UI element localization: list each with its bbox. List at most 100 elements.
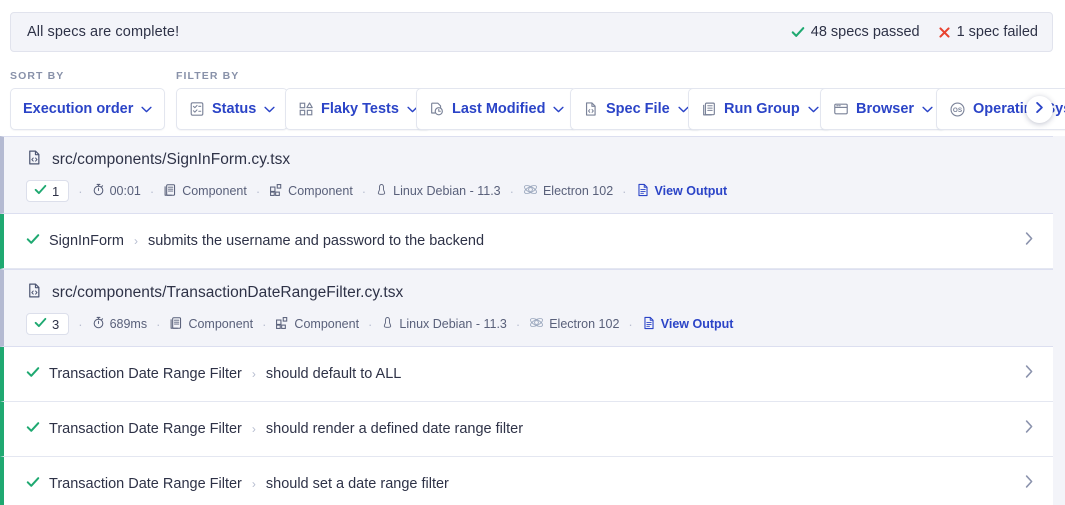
output-document-icon [636,183,650,200]
chevron-right-icon [1034,101,1045,119]
spec-testing-type-label: Component [188,317,253,331]
spec-title: src/components/SignInForm.cy.tsx [26,149,1053,171]
spec-title: src/components/TransactionDateRangeFilte… [26,282,1053,304]
chevron-right-icon[interactable] [1023,231,1035,252]
component-testing-icon [169,316,183,333]
test-title: Transaction Date Range Filter › should s… [26,475,449,493]
filter-browser-button[interactable]: Browser [820,88,946,130]
spec-path: src/components/SignInForm.cy.tsx [52,151,290,169]
test-suite-name: Transaction Date Range Filter [49,366,242,382]
filter-run-group-button[interactable]: Run Group [688,88,832,130]
spec-header-row[interactable]: src/components/TransactionDateRangeFilte… [0,269,1053,347]
output-document-icon [642,316,656,333]
spec-run-group: Component [269,183,353,200]
filter-toolbar: SORT BY FILTER BY Execution order Status [0,62,1065,132]
test-row[interactable]: Transaction Date Range Filter › should d… [0,347,1053,402]
check-icon [26,420,40,438]
filter-scroll-right-button[interactable] [1026,96,1053,123]
spec-passed-badge: 3 [26,313,69,335]
specs-failed-stat: 1 spec failed [938,24,1038,40]
spec-testing-type: Component [163,183,247,200]
check-icon [34,316,47,332]
filter-last-modified-button[interactable]: Last Modified [416,88,577,130]
test-suite-name: SignInForm [49,233,124,249]
chevron-right-icon[interactable] [1023,474,1035,495]
spec-testing-type-label: Component [182,184,247,198]
linux-penguin-icon [375,183,388,199]
meta-separator: · [78,318,82,331]
stopwatch-icon [92,183,105,199]
spec-file-icon [26,149,43,171]
spec-results-list: src/components/SignInForm.cy.tsx 1 · [0,136,1053,505]
meta-separator: · [510,185,514,198]
spec-os-label: Linux Debian - 11.3 [399,317,506,331]
breadcrumb-arrow-icon: › [133,234,139,248]
spec-run-group: Component [275,316,359,333]
specs-failed-label: 1 spec failed [957,24,1038,40]
spec-os-label: Linux Debian - 11.3 [393,184,500,198]
view-output-link[interactable]: View Output [636,183,728,200]
run-status-banner: All specs are complete! 48 specs passed … [10,12,1053,52]
spec-browser: Electron 102 [529,315,619,333]
spec-testing-type: Component [169,316,253,333]
test-row[interactable]: Transaction Date Range Filter › should s… [0,457,1053,505]
test-title: SignInForm › submits the username and pa… [26,232,484,250]
electron-icon [523,182,538,200]
spec-header-row[interactable]: src/components/SignInForm.cy.tsx 1 · [0,136,1053,214]
spec-run-group-label: Component [294,317,359,331]
check-icon [26,232,40,250]
sort-by-label: SORT BY [10,70,64,82]
chevron-down-icon [553,101,564,117]
specs-passed-stat: 48 specs passed [791,24,920,40]
filter-spec-file-button[interactable]: Spec File [570,88,702,130]
clock-file-icon [429,101,445,117]
specs-passed-label: 48 specs passed [811,24,920,40]
spec-browser: Electron 102 [523,182,613,200]
meta-separator: · [368,318,372,331]
spec-meta: 3 · 689ms · [26,313,1053,335]
component-testing-icon [163,183,177,200]
spec-passed-count: 3 [52,317,59,332]
spec-run-group-label: Component [288,184,353,198]
view-output-label: View Output [661,317,734,331]
meta-separator: · [256,185,260,198]
chevron-right-icon[interactable] [1023,419,1035,440]
test-row[interactable]: Transaction Date Range Filter › should r… [0,402,1053,457]
filter-flaky-tests-label: Flaky Tests [321,101,399,117]
check-icon [34,183,47,199]
filter-flaky-tests-button[interactable]: Flaky Tests [285,88,431,130]
filter-spec-file-label: Spec File [606,101,670,117]
spec-file-icon [26,282,43,304]
check-icon [26,365,40,383]
meta-separator: · [516,318,520,331]
run-group-icon [701,101,717,117]
filter-run-group-label: Run Group [724,101,800,117]
linux-penguin-icon [381,316,394,332]
meta-separator: · [628,318,632,331]
spec-os: Linux Debian - 11.3 [375,183,500,199]
spec-duration-label: 00:01 [110,184,141,198]
chevron-down-icon [922,101,933,117]
meta-separator: · [78,185,82,198]
status-list-icon [189,101,205,117]
view-output-link[interactable]: View Output [642,316,734,333]
test-name: should set a date range filter [266,476,449,492]
spec-passed-count: 1 [52,184,59,199]
meta-separator: · [156,318,160,331]
filter-last-modified-label: Last Modified [452,101,545,117]
spec-duration: 689ms [92,316,148,332]
spec-duration-label: 689ms [110,317,148,331]
meta-separator: · [622,185,626,198]
chevron-down-icon [264,101,275,117]
sort-button-label: Execution order [23,101,133,117]
chevron-right-icon[interactable] [1023,364,1035,385]
spec-browser-label: Electron 102 [549,317,619,331]
test-title: Transaction Date Range Filter › should d… [26,365,401,383]
status-message: All specs are complete! [27,24,179,40]
filter-status-label: Status [212,101,256,117]
test-name: should render a defined date range filte… [266,421,523,437]
test-row[interactable]: SignInForm › submits the username and pa… [0,214,1053,269]
breadcrumb-arrow-icon: › [251,422,257,436]
filter-status-button[interactable]: Status [176,88,288,130]
sort-execution-order-button[interactable]: Execution order [10,88,165,130]
